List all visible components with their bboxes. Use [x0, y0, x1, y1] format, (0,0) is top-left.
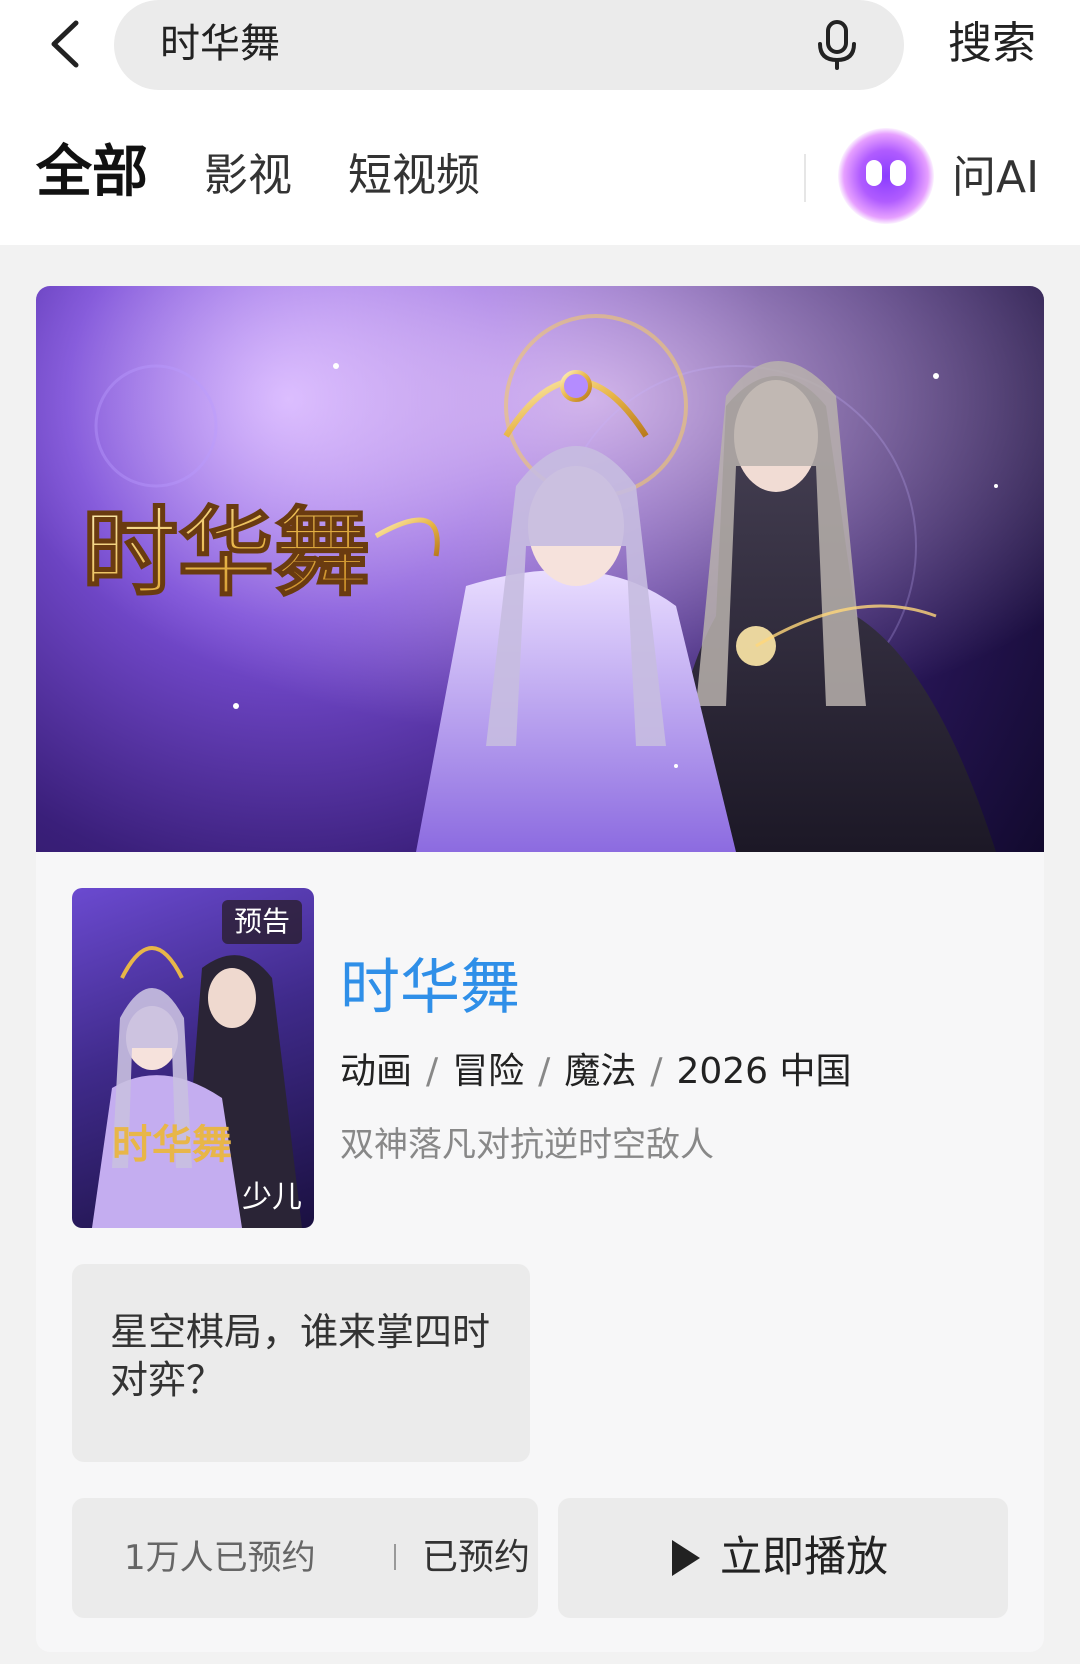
result-tags: 动画 / 冒险 / 魔法/2026 中国 [340, 1051, 852, 1092]
ask-ai-button[interactable]: 问AI [952, 148, 1039, 208]
reserve-status: 已预约 [422, 1537, 531, 1578]
back-arrow-icon [51, 20, 79, 68]
top-bar: 时华舞 搜索 全部 影视 短视频 问AI [0, 0, 1080, 245]
search-query[interactable]: 时华舞 [160, 18, 280, 70]
age-rating-label: 少儿 [242, 1180, 302, 1215]
poster-image[interactable]: 时华舞 预告 少儿 [72, 888, 314, 1228]
tag-genre-2: 冒险 [452, 1051, 525, 1092]
tag-genre-1: 动画 [340, 1051, 413, 1092]
ai-question-chip[interactable]: 星空棋局，谁来掌四时对弈？ [72, 1264, 530, 1462]
result-card[interactable]: 时华舞 预告 少儿 时华舞 动画 / 冒险 / 魔法/2026 中国 双神落凡对抗逆时空… [36, 852, 1044, 1652]
hero-banner[interactable]: 时华舞 [36, 286, 1044, 852]
play-now-label: 立即播放 [720, 1532, 889, 1581]
result-title[interactable]: 时华舞 [340, 950, 520, 1026]
tab-all[interactable]: 全部 [36, 138, 148, 208]
reserve-count: 1万人已预约 [124, 1538, 316, 1578]
ai-assistant-icon[interactable] [838, 128, 934, 224]
tab-divider [804, 154, 806, 202]
ai-question-text: 星空棋局，谁来掌四时对弈？ [110, 1310, 491, 1402]
tab-short-video[interactable]: 短视频 [348, 146, 480, 206]
back-button[interactable] [40, 16, 90, 72]
reserve-divider [394, 1544, 396, 1570]
result-tagline: 双神落凡对抗逆时空敌人 [340, 1125, 714, 1165]
tag-genre-3: 魔法 [564, 1051, 637, 1092]
ai-eye-left [866, 160, 882, 186]
reserve-button[interactable]: 1万人已预约 已预约 [72, 1498, 538, 1618]
trailer-badge: 预告 [221, 900, 302, 944]
search-input[interactable]: 时华舞 [114, 0, 904, 90]
svg-text:时华舞: 时华舞 [112, 1121, 232, 1168]
play-now-button[interactable]: 立即播放 [558, 1498, 1008, 1618]
tag-year-region: 2026 中国 [676, 1051, 852, 1092]
hero-artwork: 时华舞 [36, 286, 1044, 852]
microphone-icon[interactable] [812, 18, 862, 72]
search-button[interactable]: 搜索 [948, 14, 1036, 74]
category-tabs: 全部 影视 短视频 问AI [0, 128, 1080, 228]
hero-logo: 时华舞 [82, 496, 370, 609]
tab-film-tv[interactable]: 影视 [204, 146, 292, 206]
ai-eye-right [890, 160, 906, 186]
play-icon [672, 1540, 700, 1576]
